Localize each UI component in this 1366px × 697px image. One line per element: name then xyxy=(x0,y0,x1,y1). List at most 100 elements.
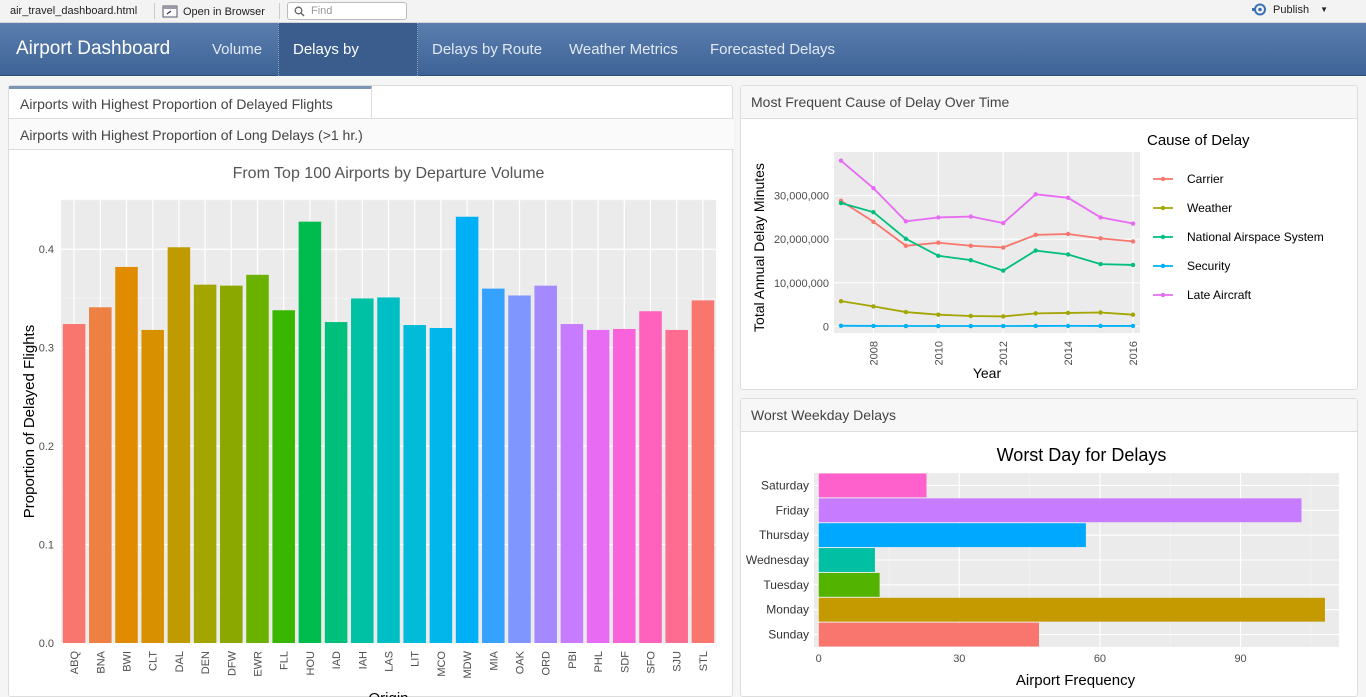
bar-mia xyxy=(482,288,505,643)
data-point xyxy=(968,243,973,248)
tab-volume[interactable]: Volume xyxy=(198,23,276,76)
bar-den xyxy=(193,284,217,643)
y-axis-label: Proportion of Delayed Flights xyxy=(21,325,38,518)
y-axis-label: Total Annual Delay Minutes xyxy=(751,163,767,332)
origin-delay-bar-chart: From Top 100 Airports by Departure Volum… xyxy=(21,165,716,697)
x-tick-label: SDF xyxy=(619,651,631,673)
bar-friday xyxy=(818,498,1302,523)
find-placeholder: Find xyxy=(311,5,333,17)
data-point xyxy=(1098,323,1103,329)
tab-forecasted-delays[interactable]: Forecasted Delays xyxy=(696,23,849,76)
tab-delayed-flights[interactable]: Airports with Highest Proportion of Dela… xyxy=(9,86,372,118)
tab-delays-by-origin[interactable]: Delays by Origin xyxy=(278,23,418,111)
data-point xyxy=(838,323,844,329)
x-tick-label: EWR xyxy=(253,651,265,677)
x-tick-label: SJU xyxy=(672,651,684,672)
data-point xyxy=(1065,323,1071,329)
bar-stl xyxy=(691,300,715,643)
chart-title: Worst Day for Delays xyxy=(997,445,1167,465)
data-point xyxy=(1130,262,1136,268)
data-point xyxy=(968,323,973,329)
x-tick-label: CLT xyxy=(148,651,160,671)
x-tick-label: MIA xyxy=(488,650,500,670)
bar-phl xyxy=(586,329,610,643)
editor-toolbar: air_travel_dashboard.html Open in Browse… xyxy=(0,0,1366,23)
data-point xyxy=(1001,268,1006,273)
x-tick-label: SFO xyxy=(646,651,658,674)
data-point xyxy=(903,243,909,248)
bar-dfw xyxy=(220,285,243,643)
data-point xyxy=(903,323,909,329)
y-tick-label: Sunday xyxy=(768,628,809,642)
x-tick-label: IAD xyxy=(331,651,343,669)
y-tick-label: 0.1 xyxy=(39,540,54,552)
publish-button[interactable]: Publish ▼ xyxy=(1252,3,1328,16)
y-tick-label: Thursday xyxy=(759,528,809,542)
y-tick-label: 0.4 xyxy=(39,244,54,256)
navbar: Airport Dashboard Volume Delays by Origi… xyxy=(0,23,1366,111)
x-tick-label: HOU xyxy=(305,651,317,676)
legend-key-point xyxy=(1160,176,1166,182)
legend-key-point xyxy=(1160,205,1166,211)
bar-abq xyxy=(62,324,86,643)
chart-title: From Top 100 Airports by Departure Volum… xyxy=(233,165,545,182)
bar-iah xyxy=(351,298,374,643)
data-point xyxy=(1065,310,1071,316)
data-point xyxy=(838,200,844,206)
data-point xyxy=(1098,310,1103,315)
data-point xyxy=(936,253,941,259)
dashboard-title: Airport Dashboard xyxy=(16,38,171,59)
x-axis-label: Airport Frequency xyxy=(1016,672,1136,689)
y-tick-label: 0 xyxy=(823,321,829,333)
data-point xyxy=(936,215,941,220)
weekday-delays-panel: Worst Weekday Delays Worst Day for Delay… xyxy=(740,398,1358,697)
x-tick-label: MDW xyxy=(462,650,474,678)
data-point xyxy=(838,298,844,304)
y-tick-label: 20,000,000 xyxy=(774,234,829,246)
browser-icon xyxy=(162,5,178,18)
legend-label: Weather xyxy=(1187,201,1232,215)
tab-long-delays[interactable]: Airports with Highest Proportion of Long… xyxy=(9,118,734,150)
tab-delays-by-route[interactable]: Delays by Route xyxy=(418,23,556,76)
x-tick-label: LIT xyxy=(410,651,422,667)
data-point xyxy=(871,304,876,309)
y-tick-label: Monday xyxy=(766,603,809,617)
data-point xyxy=(903,219,909,224)
bar-sunday xyxy=(818,622,1039,647)
data-point xyxy=(1001,220,1006,226)
data-point xyxy=(968,214,973,219)
x-tick-label: 2010 xyxy=(933,341,945,365)
data-point xyxy=(1065,195,1071,200)
panel-title: Worst Weekday Delays xyxy=(751,407,896,423)
cause-of-delay-line-chart: 0 10,000,000 20,000,000 30,000,000 2008 2010 2… xyxy=(751,132,1324,381)
bar-sju xyxy=(665,329,688,643)
x-tick-label: ABQ xyxy=(69,651,81,675)
bar-iad xyxy=(324,322,348,643)
data-point xyxy=(1130,312,1136,317)
legend-key-point xyxy=(1160,234,1166,240)
bar-dal xyxy=(167,247,191,643)
x-tick-label: LAS xyxy=(384,651,396,672)
x-tick-label: 90 xyxy=(1234,653,1246,665)
y-tick-label: 10,000,000 xyxy=(774,278,829,290)
bar-lit xyxy=(403,325,426,643)
x-tick-label: 30 xyxy=(953,653,965,665)
chevron-down-icon[interactable]: ▼ xyxy=(1320,5,1328,14)
data-point xyxy=(1065,231,1071,237)
legend-title: Cause of Delay xyxy=(1147,132,1250,149)
find-input[interactable]: Find xyxy=(287,2,407,20)
x-tick-label: FLL xyxy=(279,651,291,670)
tab-weather-metrics[interactable]: Weather Metrics xyxy=(555,23,692,76)
bar-thursday xyxy=(818,523,1086,548)
data-point xyxy=(1033,323,1038,329)
publish-label: Publish xyxy=(1273,3,1310,16)
x-tick-label: DFW xyxy=(226,650,238,676)
x-tick-label: 60 xyxy=(1094,653,1106,665)
data-point xyxy=(1130,239,1136,244)
data-point xyxy=(1130,323,1136,329)
bar-bna xyxy=(89,307,112,643)
x-tick-label: PHL xyxy=(593,651,605,672)
open-in-browser-button[interactable]: Open in Browser xyxy=(162,3,265,20)
open-in-browser-label: Open in Browser xyxy=(183,5,265,18)
x-tick-label: BWI xyxy=(122,651,134,672)
